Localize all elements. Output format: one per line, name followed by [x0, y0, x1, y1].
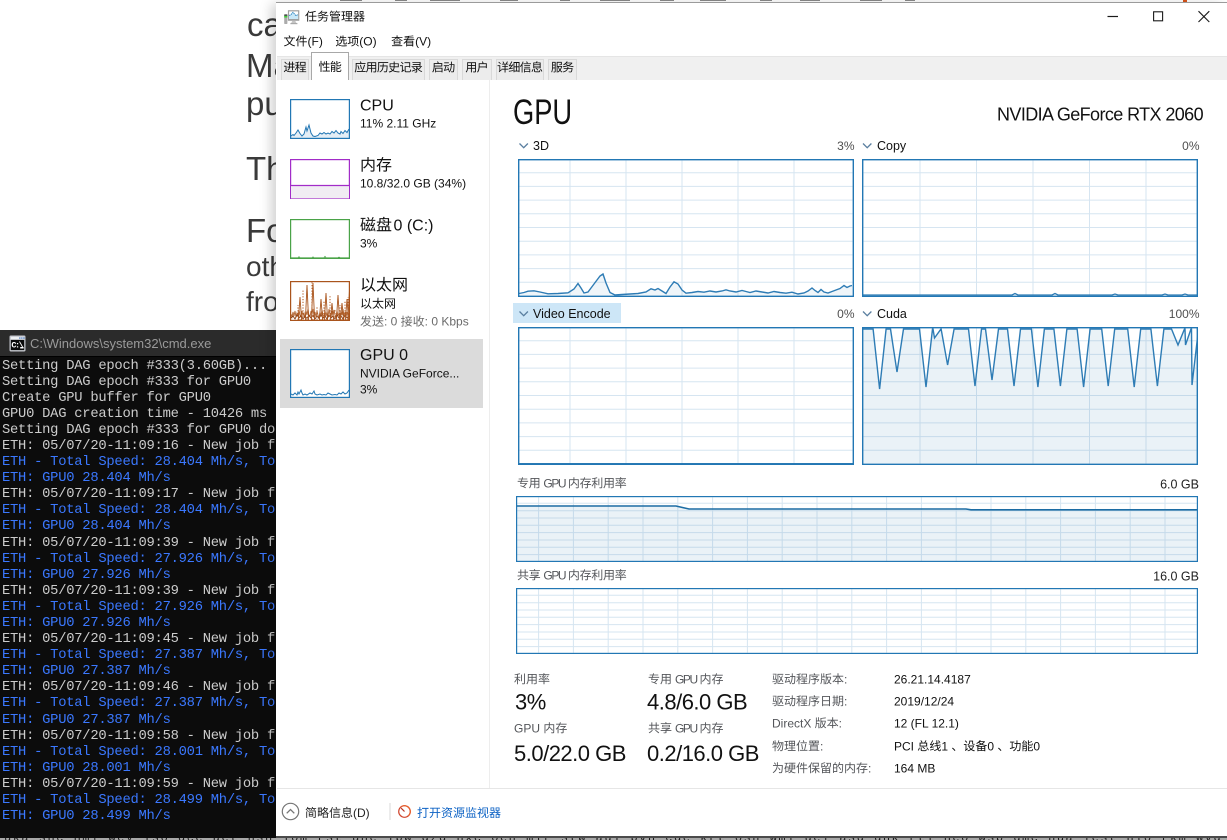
svg-text:fro: fro	[246, 286, 279, 317]
svg-text:C:\: C:\	[11, 341, 23, 351]
